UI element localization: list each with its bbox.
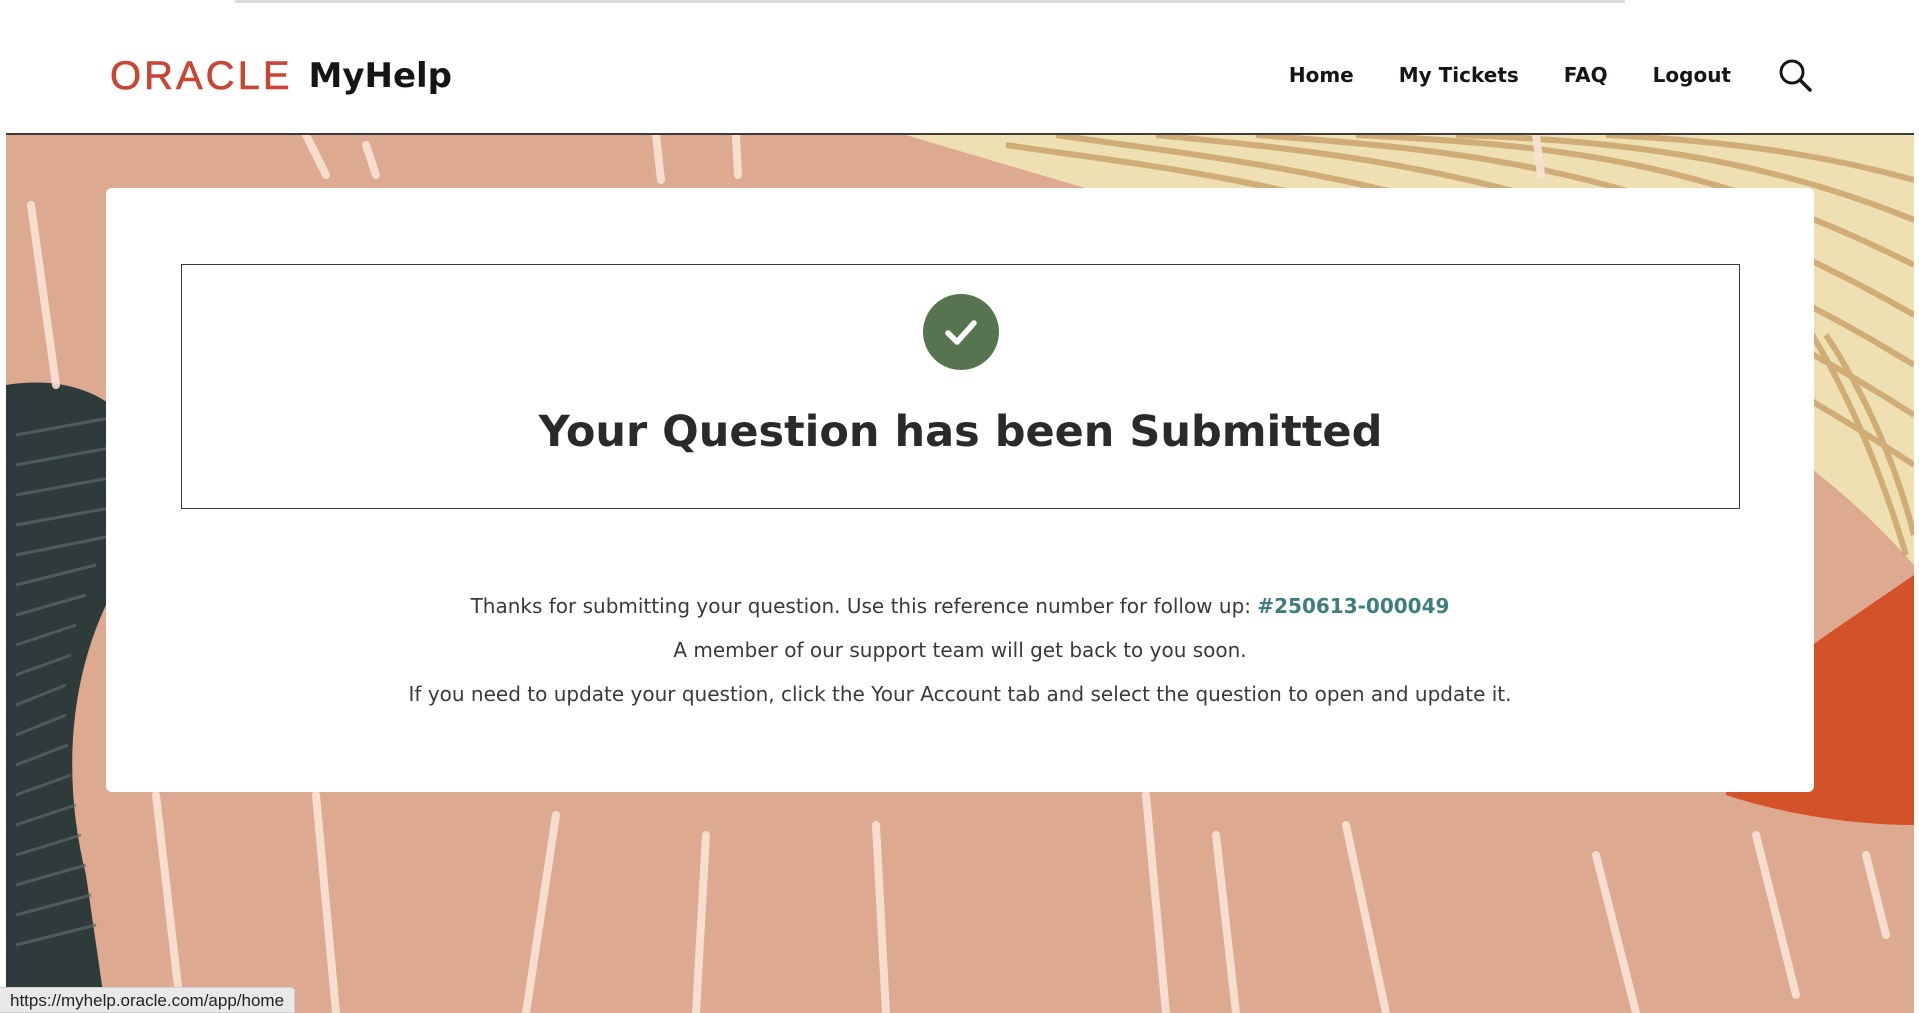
confirmation-card: Your Question has been Submitted Thanks … [106, 188, 1814, 792]
oracle-myhelp-logo[interactable]: ORACLE MyHelp [110, 52, 452, 100]
message-line-1: Thanks for submitting your question. Use… [470, 594, 1258, 618]
nav-logout[interactable]: Logout [1653, 63, 1731, 87]
message-line-reference: Thanks for submitting your question. Use… [106, 584, 1814, 628]
nav-home[interactable]: Home [1289, 63, 1354, 87]
site-header: ORACLE MyHelp Home My Tickets FAQ Logout [6, 6, 1914, 135]
logo-product: MyHelp [308, 56, 453, 96]
nav-my-tickets[interactable]: My Tickets [1399, 63, 1519, 87]
top-scroll-indicator [235, 0, 1625, 3]
success-banner: Your Question has been Submitted [181, 264, 1740, 509]
logo-brand: ORACLE [110, 53, 293, 98]
nav-faq[interactable]: FAQ [1564, 63, 1608, 87]
page: ORACLE MyHelp Home My Tickets FAQ Logout [0, 0, 1919, 1013]
check-circle-icon [923, 294, 999, 370]
search-icon[interactable] [1776, 56, 1814, 94]
success-title: Your Question has been Submitted [538, 407, 1383, 457]
message-line-2: A member of our support team will get ba… [673, 638, 1247, 662]
window-edge [1914, 0, 1919, 1013]
message-line-3: If you need to update your question, cli… [408, 682, 1512, 706]
reference-number-link[interactable]: #250613-000049 [1257, 594, 1449, 618]
status-bar-url: https://myhelp.oracle.com/app/home [0, 987, 296, 1013]
confirmation-message: Thanks for submitting your question. Use… [106, 584, 1814, 716]
main-nav: Home My Tickets FAQ Logout [1289, 51, 1814, 99]
